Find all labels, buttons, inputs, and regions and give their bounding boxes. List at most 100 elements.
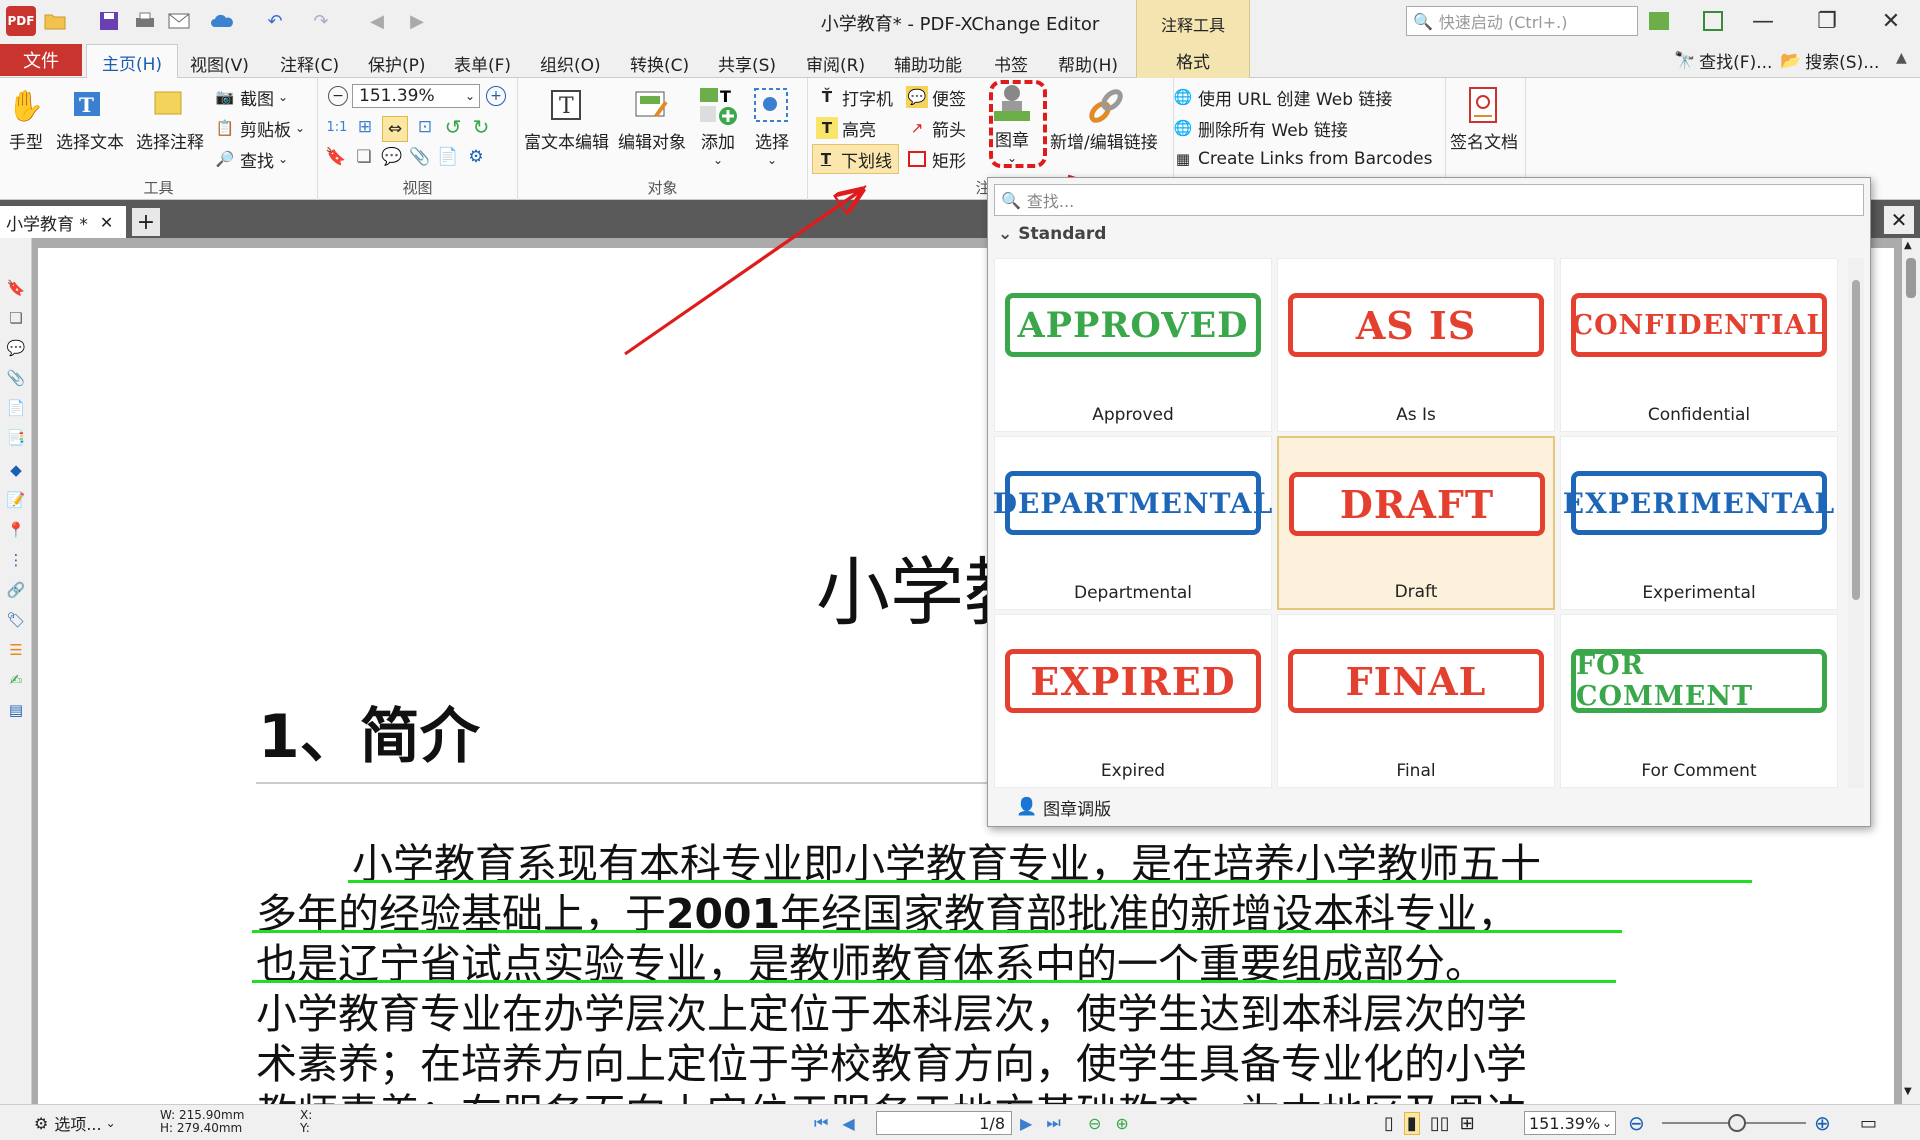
zoom-in-status-icon[interactable]: ⊕ (1814, 1111, 1831, 1135)
single-page-icon[interactable]: ▯ (1384, 1113, 1394, 1134)
add-object-button[interactable]: T 添加 ⌄ (698, 84, 738, 167)
zoom-select[interactable]: 151.39% ⌄ (352, 84, 480, 108)
tab-home[interactable]: 主页(H) (86, 44, 178, 79)
nav-forward-icon[interactable]: ⊕ (1115, 1114, 1128, 1133)
stamp-item-departmental[interactable]: DEPARTMENTAL Departmental (994, 436, 1272, 610)
actual-size-icon[interactable]: 1:1 (326, 116, 348, 138)
tab-convert[interactable]: 转换(C) (620, 48, 699, 78)
stamp-grid-scrollbar[interactable] (1848, 258, 1864, 788)
scroll-up-icon[interactable]: ▲ (1904, 240, 1912, 251)
layers-pane-icon[interactable]: ◆ (6, 460, 26, 480)
order-pane-icon[interactable]: ☰ (6, 640, 26, 660)
stamp-palette-footer[interactable]: 👤 图章调版 (988, 788, 1870, 826)
thumbnails-pane-icon[interactable]: ❏ (6, 308, 26, 328)
nav-back-icon[interactable]: ⊖ (1088, 1114, 1101, 1133)
fit-visible-icon[interactable]: ⊡ (414, 116, 436, 138)
stamp-item-as-is[interactable]: AS IS As Is (1277, 258, 1555, 432)
maximize-button[interactable]: ❐ (1804, 6, 1850, 36)
vertical-scrollbar[interactable]: ▲ ▼ (1902, 238, 1920, 1104)
signatures-pane-icon[interactable]: ✍ (6, 670, 26, 690)
tab-form[interactable]: 表单(F) (444, 48, 521, 78)
delete-web-links-button[interactable]: 🌐 删除所有 Web 链接 (1172, 115, 1348, 141)
tab-help[interactable]: 帮助(H) (1048, 48, 1128, 78)
stamp-item-draft[interactable]: DRAFT Draft (1277, 436, 1555, 610)
find-tool-button[interactable]: 🔎 查找 ⌄ (214, 146, 288, 172)
facing-pages-icon[interactable]: ▯▯ (1430, 1113, 1450, 1134)
search-button[interactable]: 📂 搜索(S)... (1780, 48, 1879, 74)
zoom-in-icon[interactable]: + (486, 86, 506, 106)
destinations-pane-icon[interactable]: 📍 (6, 520, 26, 540)
create-url-links-button[interactable]: 🌐 使用 URL 创建 Web 链接 (1172, 84, 1393, 110)
panel-toggle-icon[interactable]: ▭ (1860, 1111, 1877, 1135)
bookmarks-pane-icon[interactable]: 🔖 (6, 278, 26, 298)
close-window-button[interactable]: ✕ (1868, 6, 1914, 36)
options-button[interactable]: ⚙ 选项... ⌄ (34, 1111, 116, 1135)
select-text-button[interactable]: T 选择文本 (56, 84, 124, 153)
collapse-ribbon-icon[interactable]: ▲ (1896, 50, 1907, 66)
arrow-button[interactable]: ↗ 箭头 (906, 115, 966, 141)
fields-pane-icon[interactable]: ▤ (6, 700, 26, 720)
clipboard-button[interactable]: 📋 剪贴板 ⌄ (214, 115, 305, 141)
select-object-button[interactable]: 选择 ⌄ (752, 84, 792, 167)
tab-review[interactable]: 审阅(R) (796, 48, 875, 78)
new-tab-button[interactable]: + (132, 208, 160, 236)
tags-pane-icon[interactable]: 🏷 (6, 610, 26, 630)
pages-icon[interactable]: ❏ (354, 146, 374, 168)
rich-text-edit-button[interactable]: T 富文本编辑 (524, 84, 609, 153)
typewriter-button[interactable]: Ť 打字机 (816, 84, 893, 110)
zoom-out-icon[interactable]: − (328, 86, 348, 106)
comments-list-icon[interactable]: 💬 (381, 146, 402, 168)
tab-protect[interactable]: 保护(P) (358, 48, 436, 78)
page-number-input[interactable]: 1/8 (876, 1111, 1012, 1135)
fit-page-icon[interactable]: ⊞ (354, 116, 376, 138)
stamp-item-approved[interactable]: APPROVED Approved (994, 258, 1272, 432)
stamp-scroll-thumb[interactable] (1852, 280, 1860, 600)
zoom-slider-thumb[interactable] (1728, 1114, 1746, 1132)
tab-accessibility[interactable]: 辅助功能 (884, 48, 972, 78)
document-icon[interactable]: 📄 (437, 146, 458, 168)
add-edit-link-button[interactable]: 新增/编辑链接 (1050, 84, 1158, 153)
close-tab-icon[interactable]: ✕ (100, 213, 113, 232)
page-settings-icon[interactable]: ⚙ (466, 146, 486, 168)
document-pane-icon[interactable]: 📑 (6, 428, 26, 448)
tab-organize[interactable]: 组织(O) (530, 48, 611, 78)
quick-launch-input[interactable]: 🔍 快速启动 (Ctrl+.) (1406, 6, 1638, 36)
rotate-left-icon[interactable]: ↺ (442, 115, 464, 139)
screenshot-button[interactable]: 📷 截图 ⌄ (214, 84, 288, 110)
structure-pane-icon[interactable]: ⋮ (6, 550, 26, 570)
tab-format[interactable]: 格式 (1136, 42, 1250, 78)
properties-pane-icon[interactable]: 📄 (6, 398, 26, 418)
attachments-pane-icon[interactable]: 📎 (6, 368, 26, 388)
stamp-category-header[interactable]: ⌄ Standard (998, 224, 1106, 244)
tab-share[interactable]: 共享(S) (708, 48, 786, 78)
status-zoom-select[interactable]: 151.39% ⌄ (1524, 1111, 1616, 1135)
fit-width-icon[interactable]: ⇔ (382, 116, 408, 142)
stamp-item-confidential[interactable]: CONFIDENTIAL Confidential (1560, 258, 1838, 432)
content-pane-icon[interactable]: 📝 (6, 490, 26, 510)
bookmark-add-icon[interactable]: 🔖 (325, 146, 346, 168)
highlight-button[interactable]: T 高亮 (816, 115, 876, 141)
tab-comment[interactable]: 注释(C) (270, 48, 349, 78)
fullscreen-icon[interactable] (1700, 8, 1726, 34)
close-document-button[interactable]: ✕ (1884, 206, 1914, 234)
ui-options-icon[interactable] (1646, 8, 1672, 34)
facing-continuous-icon[interactable]: ⊞ (1460, 1113, 1475, 1134)
find-button[interactable]: 🔭 查找(F)... (1674, 48, 1772, 74)
minimize-button[interactable]: — (1740, 6, 1786, 36)
tab-view[interactable]: 视图(V) (180, 48, 259, 78)
comments-pane-icon[interactable]: 💬 (6, 338, 26, 358)
rotate-right-icon[interactable]: ↻ (470, 115, 492, 139)
sign-document-button[interactable]: 签名文档 (1450, 84, 1518, 153)
rectangle-button[interactable]: 矩形 (906, 146, 966, 172)
stamp-item-for-comment[interactable]: FOR COMMENT For Comment (1560, 614, 1838, 788)
hand-tool-button[interactable]: ✋ 手型 (6, 84, 46, 154)
next-page-icon[interactable]: ▶ (1020, 1114, 1032, 1133)
first-page-icon[interactable]: ⏮ (814, 1113, 828, 1133)
select-comment-button[interactable]: 选择注释 (136, 84, 204, 153)
scroll-thumb[interactable] (1906, 258, 1916, 298)
sticky-note-button[interactable]: 💬 便签 (906, 84, 966, 110)
stamp-item-expired[interactable]: EXPIRED Expired (994, 614, 1272, 788)
scroll-down-icon[interactable]: ▼ (1904, 1086, 1912, 1097)
tab-bookmarks[interactable]: 书签 (984, 48, 1038, 78)
last-page-icon[interactable]: ⏭ (1046, 1113, 1060, 1133)
